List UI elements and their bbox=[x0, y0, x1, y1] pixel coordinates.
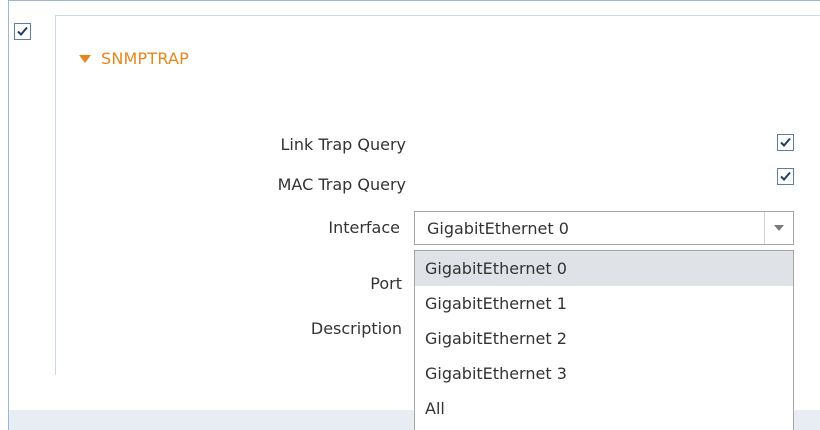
dropdown-option[interactable]: All bbox=[415, 391, 793, 426]
section-enable-checkbox[interactable] bbox=[14, 23, 31, 40]
checkmark-icon bbox=[780, 137, 791, 147]
chevron-down-icon bbox=[774, 225, 784, 231]
outer-left-border bbox=[8, 0, 9, 430]
dropdown-option[interactable]: GigabitEthernet 1 bbox=[415, 286, 793, 321]
dropdown-button[interactable] bbox=[764, 212, 793, 244]
dropdown-option[interactable]: GigabitEthernet 3 bbox=[415, 356, 793, 391]
link-trap-checkbox[interactable] bbox=[777, 134, 794, 151]
interface-select[interactable]: GigabitEthernet 0 bbox=[414, 211, 794, 245]
link-trap-label: Link Trap Query bbox=[280, 135, 406, 154]
mac-trap-label: MAC Trap Query bbox=[277, 175, 406, 194]
description-label: Description bbox=[310, 319, 402, 338]
interface-label: Interface bbox=[328, 218, 400, 237]
interface-select-value: GigabitEthernet 0 bbox=[427, 219, 569, 238]
section-header[interactable]: SNMPTRAP bbox=[79, 49, 189, 68]
port-label: Port bbox=[370, 274, 402, 293]
mac-trap-checkbox[interactable] bbox=[777, 168, 794, 185]
section-title: SNMPTRAP bbox=[101, 49, 190, 68]
collapse-triangle-icon[interactable] bbox=[79, 54, 91, 63]
checkmark-icon bbox=[780, 171, 791, 181]
outer-top-border bbox=[8, 0, 820, 1]
dropdown-option[interactable]: GigabitEthernet 0 bbox=[415, 251, 793, 286]
interface-dropdown-list: GigabitEthernet 0 GigabitEthernet 1 Giga… bbox=[414, 250, 794, 430]
checkmark-icon bbox=[17, 26, 28, 36]
dropdown-option[interactable]: GigabitEthernet 2 bbox=[415, 321, 793, 356]
